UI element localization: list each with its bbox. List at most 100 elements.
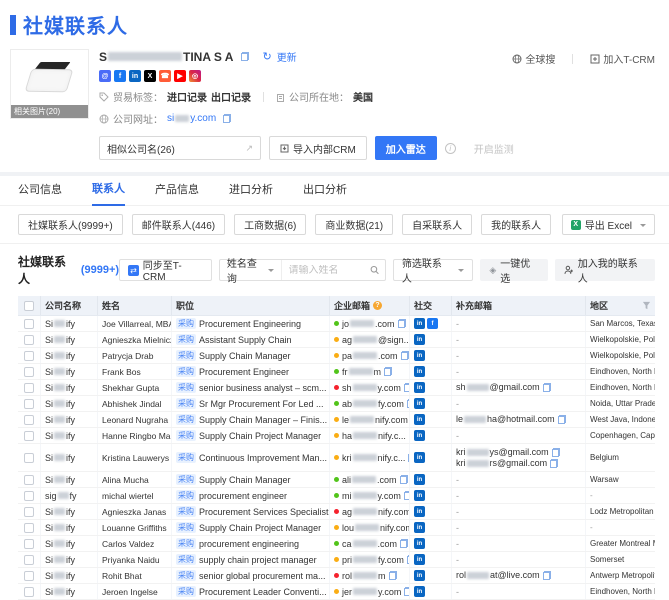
linkedin-icon[interactable]: in: [414, 430, 425, 441]
update-button[interactable]: 更新: [277, 49, 297, 64]
tab-products[interactable]: 产品信息: [155, 181, 199, 205]
copy-icon[interactable]: [408, 453, 409, 462]
copy-icon[interactable]: [403, 491, 409, 500]
copy-icon[interactable]: [403, 383, 409, 392]
pill-button[interactable]: 社媒联系人(9999+): [18, 214, 123, 235]
copy-icon[interactable]: [399, 475, 408, 484]
pill-button[interactable]: 我的联系人: [481, 214, 552, 235]
start-monitor-button[interactable]: 开启监测: [464, 136, 524, 160]
linkedin-icon[interactable]: in: [414, 522, 425, 533]
copy-icon[interactable]: [400, 351, 409, 360]
row-checkbox[interactable]: [24, 430, 34, 441]
linkedin-icon[interactable]: in: [414, 398, 425, 409]
linkedin-icon[interactable]: in: [414, 490, 425, 501]
name-query-dropdown[interactable]: 姓名查询: [220, 259, 282, 285]
linkedin-icon[interactable]: in: [129, 70, 141, 82]
website-icon[interactable]: @: [99, 70, 111, 82]
copy-icon[interactable]: [404, 587, 409, 596]
filter-icon[interactable]: [642, 301, 651, 310]
search-icon[interactable]: [370, 265, 379, 275]
info-icon[interactable]: i: [444, 142, 456, 154]
pill-button[interactable]: 邮件联系人(446): [131, 214, 226, 235]
row-checkbox[interactable]: [24, 398, 34, 409]
row-checkbox[interactable]: [24, 586, 34, 597]
header-checkbox[interactable]: [24, 300, 34, 311]
row-checkbox[interactable]: [24, 570, 34, 581]
linkedin-icon[interactable]: in: [414, 570, 425, 581]
row-checkbox[interactable]: [24, 506, 34, 517]
linkedin-icon[interactable]: in: [414, 366, 425, 377]
join-tcrm-button[interactable]: 加入T-CRM: [590, 51, 655, 66]
row-checkbox[interactable]: [24, 474, 34, 485]
company-cell: Si ify: [40, 584, 97, 599]
name-search-input[interactable]: [281, 264, 370, 276]
export-excel-button[interactable]: X 导出 Excel: [561, 214, 655, 235]
similar-companies-button[interactable]: 相似公司名(26) ↗: [99, 136, 261, 160]
add-my-contacts-button[interactable]: 加入我的联系人: [555, 259, 655, 285]
linkedin-icon[interactable]: in: [414, 474, 425, 485]
row-checkbox[interactable]: [24, 414, 34, 425]
facebook-icon[interactable]: f: [427, 318, 438, 329]
row-checkbox[interactable]: [24, 452, 34, 463]
excel-icon: X: [570, 219, 581, 230]
filter-contacts-dropdown[interactable]: 筛选联系人: [392, 259, 474, 285]
facebook-icon[interactable]: f: [114, 70, 126, 82]
tab-import-analysis[interactable]: 进口分析: [229, 181, 273, 205]
join-radar-button[interactable]: 加入雷达: [374, 136, 437, 160]
help-icon[interactable]: ?: [373, 301, 383, 310]
linkedin-icon[interactable]: in: [414, 452, 425, 463]
row-checkbox[interactable]: [24, 318, 34, 329]
copy-icon[interactable]: [551, 447, 560, 457]
row-checkbox[interactable]: [24, 382, 34, 393]
youtube-icon[interactable]: ▶: [174, 70, 186, 82]
copy-icon[interactable]: [388, 571, 397, 580]
row-checkbox[interactable]: [24, 334, 34, 345]
linkedin-icon[interactable]: in: [414, 350, 425, 361]
tab-contacts[interactable]: 联系人: [92, 180, 125, 206]
copy-icon[interactable]: [542, 383, 551, 392]
copy-icon[interactable]: [400, 539, 409, 548]
row-checkbox[interactable]: [24, 554, 34, 565]
tab-export-analysis[interactable]: 出口分析: [303, 181, 347, 205]
row-checkbox[interactable]: [24, 538, 34, 549]
linkedin-icon[interactable]: in: [414, 414, 425, 425]
copy-icon[interactable]: [542, 571, 551, 580]
import-crm-button[interactable]: 导入内部CRM: [269, 136, 367, 160]
x-icon[interactable]: X: [144, 70, 156, 82]
copy-icon[interactable]: [406, 399, 409, 408]
pill-button[interactable]: 工商数据(6): [234, 214, 307, 235]
instagram-icon[interactable]: ◎: [189, 70, 201, 82]
company-cell: Si ify: [40, 348, 97, 363]
phone-icon[interactable]: ☎: [159, 70, 171, 82]
copy-icon[interactable]: [223, 114, 232, 123]
copy-icon[interactable]: [397, 319, 406, 328]
sync-tcrm-button[interactable]: ⇄ 同步至T-CRM: [119, 259, 212, 283]
trade-tag-export[interactable]: 出口记录: [211, 89, 251, 104]
pill-button[interactable]: 自采联系人: [402, 214, 473, 235]
pill-button[interactable]: 商业数据(21): [315, 214, 394, 235]
tab-company-info[interactable]: 公司信息: [18, 181, 62, 205]
global-search-button[interactable]: 全球搜: [512, 51, 555, 66]
trade-tag-import[interactable]: 进口记录: [167, 89, 207, 104]
checkbox-cell: [18, 428, 40, 443]
name-cell: Abhishek Jindal: [97, 396, 171, 411]
copy-icon[interactable]: [550, 458, 559, 468]
linkedin-icon[interactable]: in: [414, 538, 425, 549]
copy-icon[interactable]: [241, 52, 250, 61]
linkedin-icon[interactable]: in: [414, 586, 425, 597]
row-checkbox[interactable]: [24, 350, 34, 361]
linkedin-icon[interactable]: in: [414, 334, 425, 345]
company-image[interactable]: 相关图片(20): [10, 49, 89, 119]
row-checkbox[interactable]: [24, 366, 34, 377]
copy-icon[interactable]: [406, 555, 409, 564]
linkedin-icon[interactable]: in: [414, 506, 425, 517]
linkedin-icon[interactable]: in: [414, 318, 425, 329]
copy-icon[interactable]: [384, 367, 392, 376]
linkedin-icon[interactable]: in: [414, 554, 425, 565]
row-checkbox[interactable]: [24, 522, 34, 533]
copy-icon[interactable]: [557, 415, 566, 424]
linkedin-icon[interactable]: in: [414, 382, 425, 393]
quick-select-button[interactable]: ◈ 一键优选: [480, 259, 549, 285]
website-link[interactable]: si y.com: [167, 113, 216, 124]
row-checkbox[interactable]: [24, 490, 34, 501]
